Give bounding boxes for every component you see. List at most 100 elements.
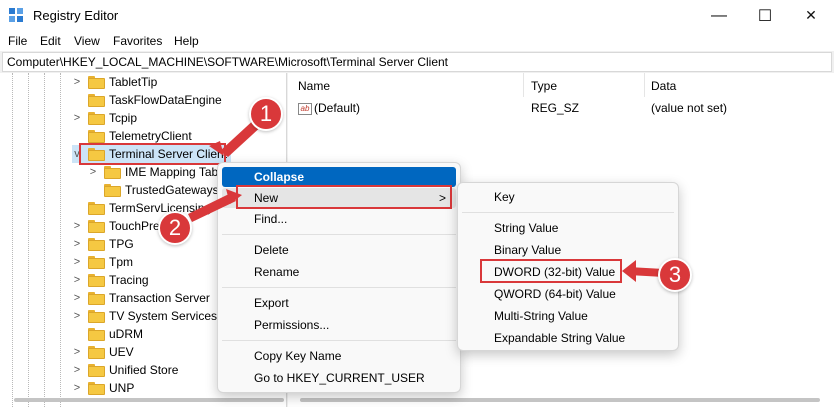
folder-icon [88, 291, 105, 305]
window-title: Registry Editor [33, 8, 119, 23]
column-header-name[interactable]: Name [298, 79, 330, 93]
tree-item[interactable]: > TouchPre [72, 217, 160, 235]
tree-item[interactable]: > Transaction Server [72, 289, 210, 307]
tree-item-label: TrustedGateways [125, 183, 219, 197]
folder-icon [88, 111, 105, 125]
tree-horizontal-scrollbar[interactable] [14, 398, 284, 402]
menu-item-copy-key-name[interactable]: Copy Key Name [222, 346, 456, 366]
column-divider[interactable] [644, 73, 645, 97]
menu-separator [222, 287, 456, 288]
minimize-button[interactable]: — [696, 0, 742, 31]
menu-help[interactable]: Help [174, 34, 199, 48]
tree-item[interactable]: TermServLicensing [72, 199, 211, 217]
step-badge-3: 3 [658, 258, 692, 292]
tree-item[interactable]: uDRM [72, 325, 143, 343]
submenu-item-string-value[interactable]: String Value [462, 218, 674, 238]
folder-icon [88, 273, 105, 287]
tree-item[interactable]: > Tcpip [72, 109, 137, 127]
chevron-right-icon[interactable]: > [72, 256, 82, 268]
tree-guide-line [44, 73, 45, 407]
folder-icon [88, 327, 105, 341]
chevron-right-icon[interactable]: > [72, 220, 82, 232]
tree-item-label: UNP [109, 381, 135, 395]
close-button[interactable]: ✕ [788, 0, 834, 31]
tree-item[interactable]: TaskFlowDataEngine [72, 91, 222, 109]
submenu-item-binary-value[interactable]: Binary Value [462, 240, 674, 260]
tree-item-label: Tracing [109, 273, 149, 287]
tree-item-label: uDRM [109, 327, 144, 341]
submenu-item-key[interactable]: Key [462, 187, 674, 207]
column-header-type[interactable]: Type [531, 79, 557, 93]
folder-icon [88, 255, 105, 269]
folder-icon [88, 129, 105, 143]
tree-guide-line [28, 73, 29, 407]
tree-item[interactable]: TrustedGateways [88, 181, 219, 199]
tree-item[interactable]: > UEV [72, 343, 134, 361]
folder-icon [88, 201, 105, 215]
chevron-right-icon[interactable]: > [72, 310, 82, 322]
submenu-item-qword-value[interactable]: QWORD (64-bit) Value [462, 284, 674, 304]
chevron-right-icon[interactable]: > [72, 382, 82, 394]
menu-favorites[interactable]: Favorites [113, 34, 162, 48]
menu-item-delete[interactable]: Delete [222, 240, 456, 260]
menu-edit[interactable]: Edit [40, 34, 61, 48]
value-row-name[interactable]: ab (Default) [298, 101, 360, 115]
tree-item[interactable]: > Tpm [72, 253, 133, 271]
step-badge-2: 2 [158, 211, 192, 245]
tree-guide-line [12, 73, 13, 407]
folder-icon [88, 219, 105, 233]
tree-item-label: Unified Store [109, 363, 179, 377]
maximize-button[interactable]: ☐ [742, 0, 788, 31]
submenu-item-multi-string-value[interactable]: Multi-String Value [462, 306, 674, 326]
menu-view[interactable]: View [74, 34, 100, 48]
menu-item-rename[interactable]: Rename [222, 262, 456, 282]
tree-item[interactable]: > TV System Services [72, 307, 217, 325]
list-horizontal-scrollbar[interactable] [300, 398, 820, 402]
string-value-icon: ab [298, 102, 312, 115]
chevron-right-icon[interactable]: > [72, 112, 82, 124]
folder-icon [104, 165, 121, 179]
chevron-right-icon[interactable]: > [72, 292, 82, 304]
menu-item-permissions[interactable]: Permissions... [222, 315, 456, 335]
tree-item-label: Transaction Server [109, 291, 210, 305]
menu-item-find[interactable]: Find... [222, 209, 456, 229]
menu-item-goto-hkcu[interactable]: Go to HKEY_CURRENT_USER [222, 368, 456, 388]
menu-separator [222, 340, 456, 341]
menu-item-collapse[interactable]: Collapse [222, 167, 456, 187]
highlight-box-dword [480, 259, 622, 283]
tree-item[interactable]: > Tracing [72, 271, 149, 289]
tree-item-label: TPG [109, 237, 134, 251]
menu-file[interactable]: File [8, 34, 27, 48]
step-badge-1: 1 [249, 97, 283, 131]
tree-item[interactable]: > IME Mapping Tab [88, 163, 218, 181]
highlight-box-new [236, 185, 452, 209]
chevron-right-icon[interactable]: > [72, 346, 82, 358]
tree-item-label: TouchPre [109, 219, 160, 233]
submenu-item-expandable-string-value[interactable]: Expandable String Value [462, 328, 674, 348]
chevron-right-icon[interactable]: > [88, 166, 98, 178]
folder-icon [88, 345, 105, 359]
value-type: REG_SZ [531, 101, 580, 115]
tree-item[interactable]: > TabletTip [72, 73, 157, 91]
tree-item-label: TelemetryClient [109, 129, 192, 143]
tree-item[interactable]: > TPG [72, 235, 134, 253]
column-header-data[interactable]: Data [651, 79, 676, 93]
tree-item[interactable]: > Unified Store [72, 361, 179, 379]
chevron-right-icon[interactable]: > [72, 76, 82, 88]
title-bar: Registry Editor — ☐ ✕ [0, 0, 834, 31]
address-bar[interactable]: Computer\HKEY_LOCAL_MACHINE\SOFTWARE\Mic… [2, 52, 832, 72]
menu-separator [222, 234, 456, 235]
tree-item-label: Tpm [109, 255, 133, 269]
chevron-right-icon[interactable]: > [72, 274, 82, 286]
tree-item-label: Tcpip [109, 111, 138, 125]
column-divider[interactable] [523, 73, 524, 97]
registry-editor-icon [9, 8, 24, 23]
folder-icon [104, 183, 121, 197]
tree-item-label: TermServLicensing [109, 201, 212, 215]
menu-item-export[interactable]: Export [222, 293, 456, 313]
chevron-right-icon[interactable]: > [72, 238, 82, 250]
tree-item-label: IME Mapping Tab [125, 165, 219, 179]
folder-icon [88, 75, 105, 89]
tree-item[interactable]: > UNP [72, 379, 135, 397]
chevron-right-icon[interactable]: > [72, 364, 82, 376]
